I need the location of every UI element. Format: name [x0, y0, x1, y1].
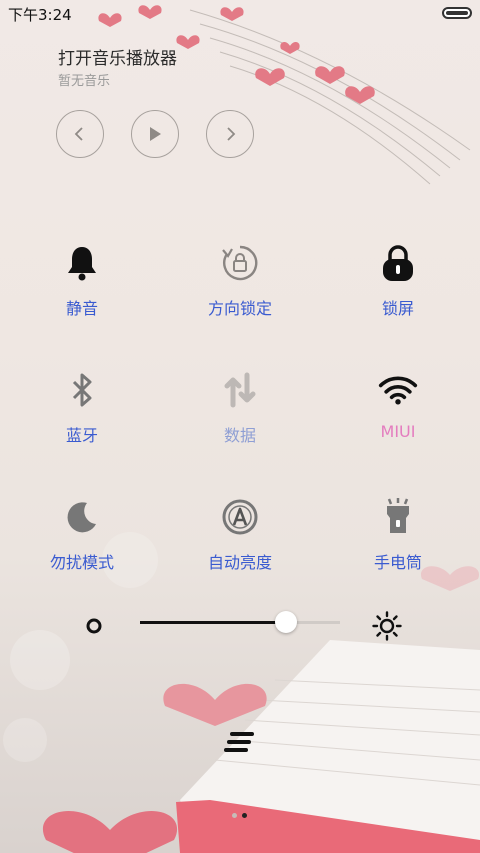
toggle-label: 蓝牙: [65, 426, 98, 445]
music-subtitle: 暂无音乐: [58, 74, 111, 89]
status-bar: 下午3:24: [0, 0, 480, 26]
status-time: 下午3:24: [8, 6, 72, 24]
music-title[interactable]: 打开音乐播放器: [58, 44, 177, 69]
next-button[interactable]: [206, 110, 254, 158]
toggle-label: 锁屏: [381, 299, 414, 318]
toggle-label: 手电筒: [373, 553, 422, 572]
auto-brightness-icon: [220, 497, 260, 537]
toggle-label: 自动亮度: [207, 553, 272, 572]
toggle-bluetooth[interactable]: 蓝牙: [22, 370, 142, 446]
toggle-silent[interactable]: 静音: [22, 243, 142, 319]
brightness-high-icon: [372, 611, 402, 641]
page-dot: [232, 813, 237, 818]
chevron-right-icon: [227, 127, 236, 141]
page-indicator: [232, 813, 247, 818]
moon-icon: [62, 497, 102, 537]
toggle-label: 勿扰模式: [49, 553, 114, 572]
rotation-lock-icon: [220, 243, 260, 283]
bluetooth-icon: [62, 370, 102, 410]
toggle-label: 静音: [65, 299, 98, 318]
menu-icon: [224, 732, 254, 752]
toggle-rotation-lock[interactable]: 方向锁定: [180, 243, 300, 319]
brightness-slider-fill: [140, 621, 286, 624]
edit-toggles-button[interactable]: [222, 730, 258, 756]
toggle-label: MIUI: [380, 422, 416, 441]
battery-icon: [442, 7, 472, 19]
lock-icon: [378, 243, 418, 283]
data-sync-icon: [220, 370, 260, 410]
toggle-lock-screen[interactable]: 锁屏: [338, 243, 458, 319]
toggle-label: 数据: [223, 426, 256, 445]
brightness-slider-thumb[interactable]: [275, 611, 297, 633]
previous-button[interactable]: [56, 110, 104, 158]
toggle-label: 方向锁定: [207, 299, 272, 318]
toggle-mobile-data[interactable]: 数据: [180, 370, 300, 446]
bell-icon: [62, 243, 102, 283]
toggle-do-not-disturb[interactable]: 勿扰模式: [22, 497, 142, 573]
play-icon: [150, 127, 161, 141]
toggle-wifi[interactable]: MIUI: [338, 370, 458, 441]
brightness-low-icon: [86, 618, 102, 634]
wifi-icon: [378, 370, 418, 410]
play-button[interactable]: [131, 110, 179, 158]
page-dot-active: [242, 813, 247, 818]
chevron-left-icon: [74, 127, 83, 141]
flashlight-icon: [378, 497, 418, 537]
brightness-slider[interactable]: [140, 611, 340, 633]
toggle-flashlight[interactable]: 手电筒: [338, 497, 458, 573]
toggle-auto-brightness[interactable]: 自动亮度: [180, 497, 300, 573]
